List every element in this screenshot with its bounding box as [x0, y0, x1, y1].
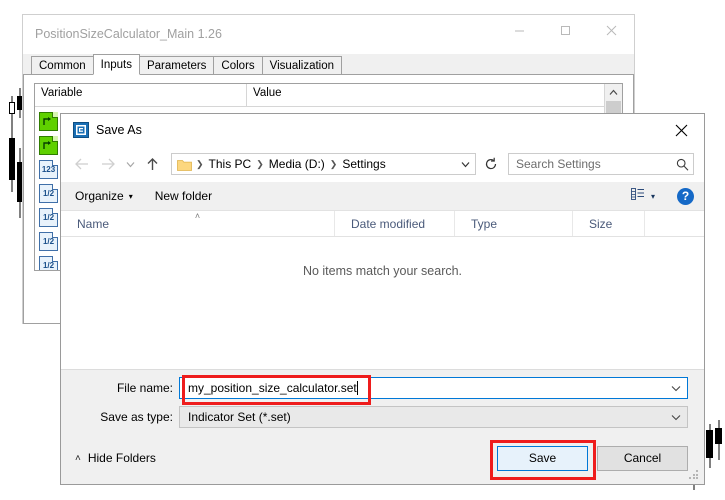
scroll-up-icon[interactable] — [605, 84, 622, 101]
filename-row: File name: my_position_size_calculator.s… — [61, 377, 704, 399]
breadcrumb-separator: ❯ — [196, 158, 204, 169]
savetype-row: Save as type: Indicator Set (*.set) — [61, 406, 704, 428]
candlestick — [706, 424, 713, 468]
view-layout-icon — [631, 187, 646, 206]
window-title: PositionSizeCalculator_Main 1.26 — [35, 27, 222, 41]
variable-type-label: 1/2 — [42, 188, 55, 198]
mt4-title-bar: PositionSizeCalculator_Main 1.26 — [23, 15, 634, 54]
navigation-bar: ❯ This PC ❯ Media (D:) ❯ Settings Search… — [61, 146, 704, 182]
file-list-column-headers: ˄ Name Date modified Type Size — [61, 211, 704, 237]
filename-label: File name: — [116, 381, 173, 395]
recent-locations-chevron-down-icon[interactable] — [121, 151, 139, 177]
search-input[interactable]: Search Settings — [509, 157, 671, 171]
candlestick — [9, 128, 15, 192]
filename-input[interactable]: my_position_size_calculator.set — [179, 377, 688, 399]
column-header-name[interactable]: ˄ Name — [61, 211, 335, 236]
variable-type-double-icon: 1/2 — [39, 231, 58, 251]
breadcrumb-segment-media-d[interactable]: Media (D:) — [266, 157, 328, 171]
column-header-size-label: Size — [589, 216, 613, 231]
new-folder-button[interactable]: New folder — [155, 189, 212, 203]
empty-list-message: No items match your search. — [302, 264, 463, 278]
tab-parameters[interactable]: Parameters — [138, 56, 215, 75]
column-header-value[interactable]: Value — [247, 84, 604, 106]
refresh-icon[interactable] — [480, 153, 502, 175]
new-folder-label: New folder — [154, 189, 213, 203]
dialog-footer: ˄ Hide Folders Save Cancel — [61, 432, 704, 484]
filename-chevron-down-icon[interactable] — [665, 378, 687, 398]
column-header-date-modified-label: Date modified — [351, 216, 426, 231]
resize-grip[interactable] — [689, 470, 700, 481]
chevron-down-icon: ▾ — [128, 191, 133, 201]
help-button[interactable]: ? — [677, 187, 694, 205]
hide-folders-button[interactable]: ˄ Hide Folders — [75, 451, 156, 465]
search-icon — [671, 158, 693, 171]
close-icon[interactable] — [588, 15, 634, 45]
search-box[interactable]: Search Settings — [508, 153, 694, 175]
view-layout-button[interactable]: ▾ — [631, 187, 655, 206]
save-button[interactable]: Save — [497, 445, 588, 471]
text-cursor — [356, 381, 358, 395]
filename-value: my_position_size_calculator.set — [188, 381, 357, 395]
cancel-button[interactable]: Cancel — [597, 445, 688, 471]
hide-folders-label: Hide Folders — [87, 451, 156, 465]
variable-type-label: 123 — [41, 164, 56, 174]
up-button[interactable] — [139, 151, 165, 177]
variable-type-integer-icon: 123 — [39, 159, 58, 179]
column-header-date-modified[interactable]: Date modified — [335, 211, 455, 236]
tab-visualization[interactable]: Visualization — [261, 56, 343, 75]
dialog-title: Save As — [96, 123, 142, 137]
breadcrumb-segment-this-pc[interactable]: This PC — [206, 157, 255, 171]
column-header-name-label: Name — [77, 216, 110, 231]
savetype-chevron-down-icon[interactable] — [665, 407, 687, 427]
candlestick — [9, 96, 15, 130]
file-list-view[interactable]: ˄ Name Date modified Type Size No items … — [61, 210, 704, 370]
variable-type-label: 1/2 — [42, 260, 55, 270]
variable-type-double-icon: 1/2 — [39, 207, 58, 227]
savetype-value: Indicator Set (*.set) — [188, 410, 291, 424]
back-button[interactable] — [69, 151, 95, 177]
save-as-dialog: Save As ❯ This PC ❯ Media (D:) ❯ Setting… — [60, 113, 705, 485]
variable-type-double-icon: 1/2 — [39, 255, 58, 270]
sort-ascending-icon: ˄ — [194, 211, 201, 221]
tab-common[interactable]: Common — [31, 56, 94, 75]
file-fields: File name: my_position_size_calculator.s… — [61, 369, 704, 432]
tab-inputs[interactable]: Inputs — [92, 54, 140, 75]
minimize-icon[interactable] — [496, 15, 542, 45]
candlestick — [715, 420, 722, 460]
variable-type-label: 1/2 — [42, 236, 55, 246]
organize-button[interactable]: Organize ▾ — [75, 189, 133, 203]
forward-button[interactable] — [95, 151, 121, 177]
column-header-size[interactable]: Size — [573, 211, 645, 236]
variable-type-group-icon — [39, 111, 58, 131]
folder-icon — [177, 158, 192, 171]
variable-type-group-icon — [39, 135, 58, 155]
breadcrumb-separator: ❯ — [256, 158, 264, 169]
close-icon[interactable] — [658, 114, 704, 146]
save-as-app-icon — [73, 122, 89, 138]
dialog-action-buttons: Save Cancel — [497, 445, 688, 471]
view-chevron-down-icon[interactable]: ▾ — [651, 192, 655, 201]
maximize-icon[interactable] — [542, 15, 588, 45]
breadcrumb[interactable]: ❯ This PC ❯ Media (D:) ❯ Settings — [171, 153, 476, 175]
variable-type-double-icon: 1/2 — [39, 183, 58, 203]
organize-label: Organize — [75, 189, 124, 203]
breadcrumb-separator: ❯ — [329, 158, 338, 169]
dialog-toolbar: Organize ▾ New folder ▾ ? — [61, 182, 704, 210]
variables-column-headers: Variable Value — [35, 84, 604, 107]
dialog-title-bar: Save As — [61, 114, 704, 146]
savetype-select[interactable]: Indicator Set (*.set) — [179, 406, 688, 428]
variable-type-label: 1/2 — [42, 212, 55, 222]
breadcrumb-segment-settings[interactable]: Settings — [339, 157, 388, 171]
column-header-blank — [645, 211, 704, 236]
column-header-type[interactable]: Type — [455, 211, 573, 236]
column-header-variable[interactable]: Variable — [35, 84, 247, 106]
chevron-up-icon: ˄ — [75, 452, 81, 464]
savetype-label: Save as type: — [100, 410, 173, 424]
toolbar-right-group: ▾ ? — [631, 187, 694, 206]
properties-tabs: Common Inputs Parameters Colors Visualiz… — [23, 54, 634, 75]
window-controls — [496, 15, 634, 53]
tab-colors[interactable]: Colors — [213, 56, 263, 75]
column-header-type-label: Type — [471, 216, 498, 231]
breadcrumb-chevron-down-icon[interactable] — [455, 161, 475, 168]
